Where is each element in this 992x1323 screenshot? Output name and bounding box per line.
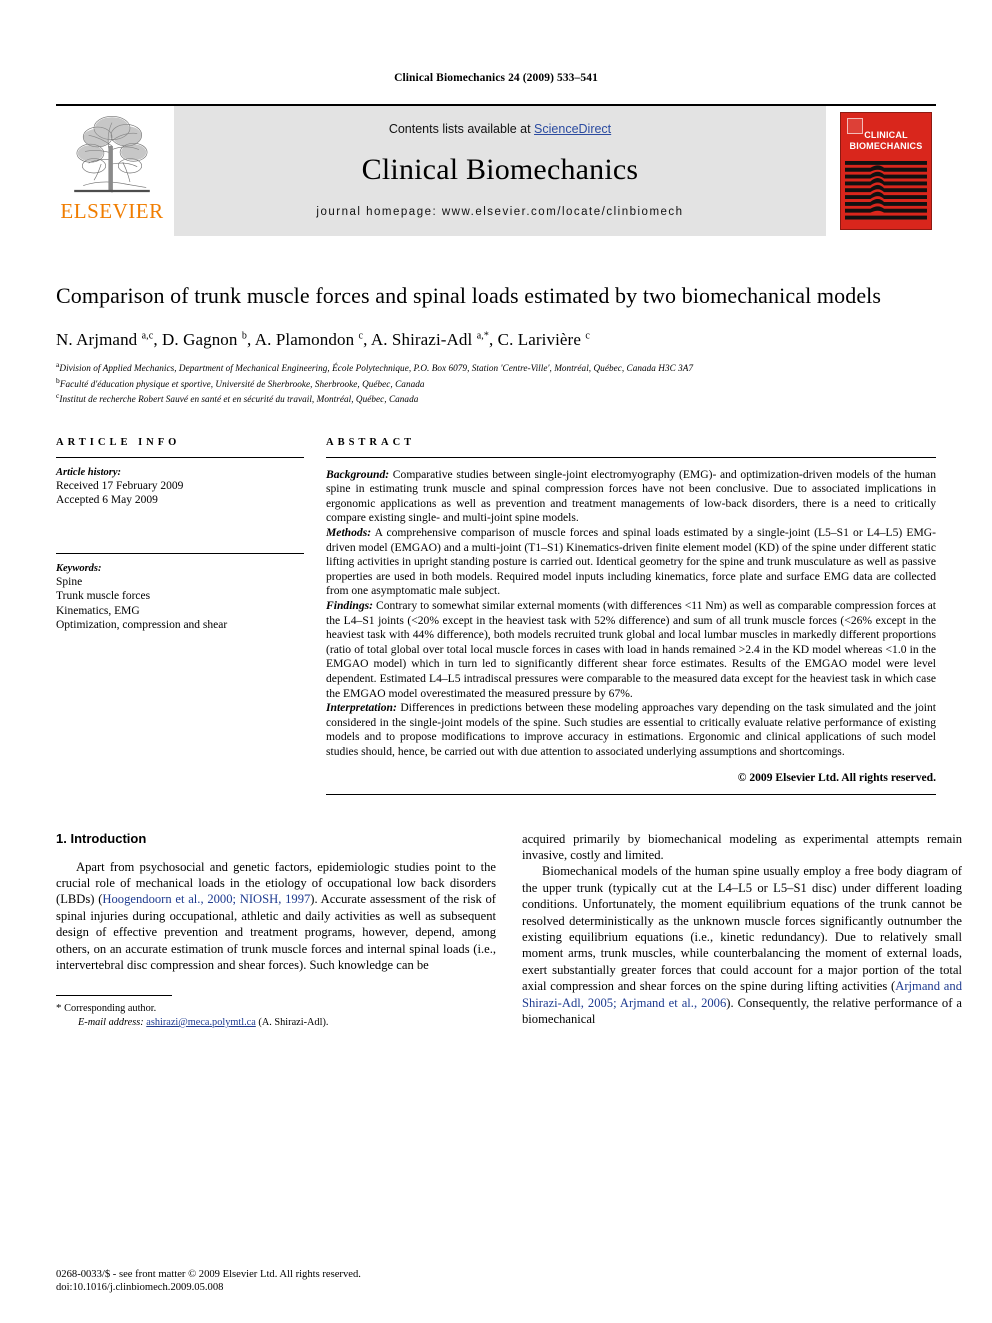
abstract-rule (326, 456, 936, 458)
article-accepted-line: Accepted 6 May 2009 (56, 494, 158, 507)
article-info-column: ARTICLE INFO Article history: Received 1… (56, 437, 304, 795)
keywords-group: Keywords: Spine Trunk muscle forces Kine… (56, 563, 304, 633)
abstract-heading: ABSTRACT (326, 436, 416, 448)
abstract-text-findings: Contrary to somewhat similar external mo… (326, 599, 936, 700)
abstract-bottom-rule (326, 793, 936, 795)
journal-title: Clinical Biomechanics (361, 153, 639, 186)
abstract-text-methods: A comprehensive comparison of muscle for… (326, 526, 936, 598)
journal-cover-image: CLINICAL BIOMECHANICS (840, 112, 932, 230)
affiliation-c-text: Institut de recherche Robert Sauvé en sa… (59, 394, 419, 405)
footnote-email: E-mail address: ashirazi@meca.polymtl.ca… (56, 1016, 496, 1030)
intro-paragraph-2: acquired primarily by biomechanical mode… (522, 831, 962, 862)
cover-title: CLINICAL BIOMECHANICS (841, 130, 931, 152)
abstract-label-interpretation: Interpretation: (326, 701, 397, 715)
journal-homepage-line[interactable]: journal homepage: www.elsevier.com/locat… (316, 206, 683, 218)
sciencedirect-link[interactable]: ScienceDirect (534, 122, 611, 136)
footnote-email-suffix: (A. Shirazi-Adl). (255, 1016, 329, 1028)
publisher-footer-line2: doi:10.1016/j.clinbiomech.2009.05.008 (56, 1282, 224, 1294)
abstract-text-interpretation: Differences in predictions between these… (326, 701, 936, 758)
affiliation-a: aDivision of Applied Mechanics, Departme… (56, 359, 936, 375)
publisher-footer: 0268-0033/$ - see front matter © 2009 El… (56, 1268, 361, 1295)
intro-paragraph-3: Biomechanical models of the human spine … (522, 863, 962, 1027)
affiliation-c: cInstitut de recherche Robert Sauvé en s… (56, 390, 936, 406)
paragraph-text: Biomechanical models of the human spine … (522, 864, 962, 994)
abstract-section-background: Background: Comparative studies between … (326, 468, 936, 526)
publisher-logo: ELSEVIER (56, 106, 168, 236)
body-columns: 1. Introduction Apart from psychosocial … (56, 831, 962, 1030)
affiliation-list: aDivision of Applied Mechanics, Departme… (56, 359, 936, 406)
keywords-rule (56, 552, 304, 554)
citation-link[interactable]: Hoogendoorn et al., 2000; NIOSH, 1997 (102, 892, 310, 906)
body-column-left: 1. Introduction Apart from psychosocial … (56, 831, 496, 1030)
article-history-group: Article history: Received 17 February 20… (56, 467, 304, 508)
info-abstract-row: ARTICLE INFO Article history: Received 1… (56, 437, 936, 795)
contents-prefix: Contents lists available at (388, 122, 535, 136)
footnote-star-icon: * (56, 1002, 62, 1015)
cover-title-line1: CLINICAL (864, 130, 908, 140)
abstract-copyright: © 2009 Elsevier Ltd. All rights reserved… (737, 770, 936, 784)
journal-banner: ELSEVIER Contents lists available at Sci… (56, 104, 936, 236)
publisher-footer-line1: 0268-0033/$ - see front matter © 2009 El… (56, 1268, 361, 1280)
footnote-corresponding-text: Corresponding author. (64, 1003, 157, 1015)
abstract-section-findings: Findings: Contrary to somewhat similar e… (326, 599, 936, 701)
body-column-right: acquired primarily by biomechanical mode… (522, 831, 962, 1030)
footnote-email-label: E-mail address: (78, 1016, 144, 1028)
abstract-label-findings: Findings: (326, 599, 374, 613)
intro-paragraph-1: Apart from psychosocial and genetic fact… (56, 859, 496, 974)
affiliation-b: bFaculté d'éducation physique et sportiv… (56, 375, 936, 391)
article-received-line: Received 17 February 2009 (56, 479, 184, 492)
journal-cover-thumbnail: CLINICAL BIOMECHANICS (836, 106, 936, 236)
abstract-label-methods: Methods: (326, 526, 372, 540)
article-first-page: Clinical Biomechanics 24 (2009) 533–541 (0, 0, 992, 1323)
affiliation-a-text: Division of Applied Mechanics, Departmen… (59, 363, 694, 374)
article-info-rule (56, 456, 304, 458)
email-link[interactable]: ashirazi@meca.polymtl.ca (146, 1017, 256, 1028)
footnote-block: * Corresponding author. E-mail address: … (56, 995, 496, 1029)
abstract-label-background: Background: (326, 467, 390, 481)
footnote-corresponding-author: * Corresponding author. (56, 1002, 496, 1016)
running-head: Clinical Biomechanics 24 (2009) 533–541 (394, 72, 598, 84)
abstract-section-interpretation: Interpretation: Differences in predictio… (326, 701, 936, 759)
elsevier-wordmark: ELSEVIER (60, 199, 164, 223)
keyword-item: Optimization, compression and shear (56, 619, 228, 632)
contents-available-line: Contents lists available at ScienceDirec… (389, 122, 611, 136)
elsevier-tree-icon (67, 110, 157, 200)
keywords-label: Keywords: (56, 562, 102, 574)
keyword-item: Spine (56, 575, 83, 588)
section-heading-introduction: 1. Introduction (56, 830, 147, 846)
title-block: Comparison of trunk muscle forces and sp… (56, 281, 936, 406)
abstract-column: ABSTRACT Background: Comparative studies… (326, 437, 936, 795)
author-list: N. Arjmand a,c, D. Gagnon b, A. Plamondo… (56, 330, 590, 349)
keyword-item: Trunk muscle forces (56, 590, 151, 603)
footnote-rule (56, 995, 172, 997)
page-title: Comparison of trunk muscle forces and sp… (56, 283, 882, 308)
abstract-text-background: Comparative studies between single-joint… (326, 467, 936, 525)
journal-banner-center: Contents lists available at ScienceDirec… (174, 106, 826, 236)
affiliation-b-text: Faculté d'éducation physique et sportive… (59, 378, 425, 389)
keyword-item: Kinematics, EMG (56, 604, 140, 617)
cover-title-line2: BIOMECHANICS (849, 141, 923, 151)
article-info-heading: ARTICLE INFO (56, 436, 181, 448)
article-history-label: Article history: (56, 466, 122, 478)
abstract-section-methods: Methods: A comprehensive comparison of m… (326, 526, 936, 599)
abstract-body: Background: Comparative studies between … (326, 468, 936, 784)
cover-waves-graphic (845, 160, 927, 220)
